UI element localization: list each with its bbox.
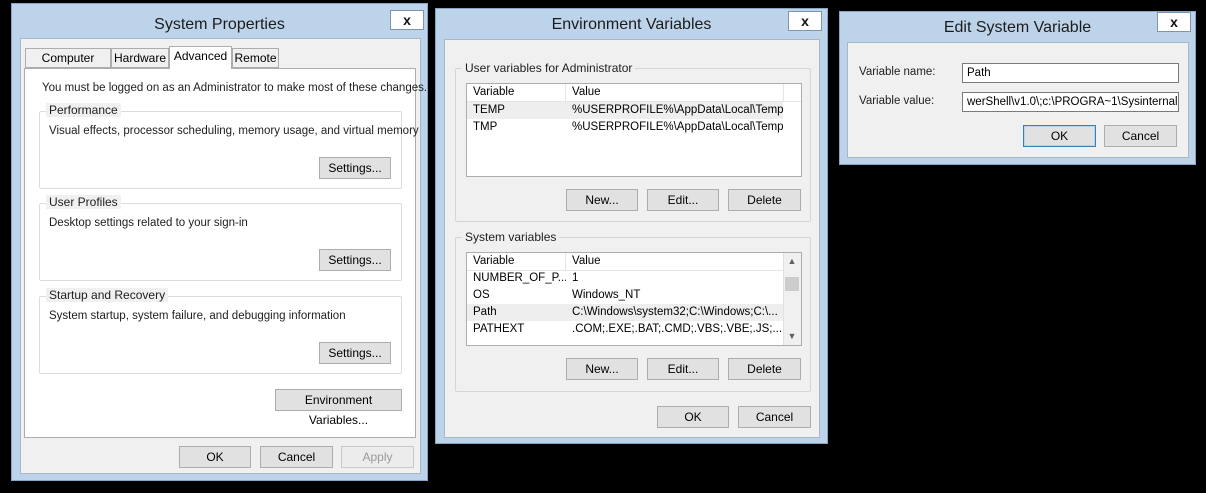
admin-note: You must be logged on as an Administrato… bbox=[42, 82, 428, 94]
tab-hardware[interactable]: Hardware bbox=[111, 48, 169, 68]
close-button[interactable]: x bbox=[390, 10, 424, 30]
table-row[interactable]: OS Windows_NT bbox=[467, 287, 784, 304]
system-properties-window: System Properties x Computer Name Hardwa… bbox=[11, 3, 428, 481]
user-variables-group: User variables for Administrator Variabl… bbox=[455, 61, 811, 222]
environment-variables-body: User variables for Administrator Variabl… bbox=[444, 39, 820, 438]
ok-button[interactable]: OK bbox=[657, 406, 729, 428]
vertical-scrollbar[interactable]: ▲ ▼ bbox=[783, 253, 801, 345]
startup-recovery-description: System startup, system failure, and debu… bbox=[49, 310, 346, 322]
user-new-button[interactable]: New... bbox=[566, 189, 638, 211]
variable-cell: PATHEXT bbox=[473, 323, 525, 335]
performance-settings-button[interactable]: Settings... bbox=[319, 157, 391, 179]
environment-variables-window: Environment Variables x User variables f… bbox=[435, 8, 828, 444]
system-new-button[interactable]: New... bbox=[566, 358, 638, 380]
value-cell: C:\Windows\system32;C:\Windows;C:\... bbox=[572, 306, 778, 318]
column-header-value[interactable]: Value bbox=[566, 84, 784, 101]
advanced-tab-pane: You must be logged on as an Administrato… bbox=[24, 68, 427, 438]
edit-system-variable-window: Edit System Variable x Variable name: Pa… bbox=[839, 11, 1196, 165]
edit-system-variable-title: Edit System Variable bbox=[943, 19, 1092, 36]
close-icon: x bbox=[403, 12, 411, 28]
tab-advanced[interactable]: Advanced bbox=[169, 46, 232, 69]
performance-description: Visual effects, processor scheduling, me… bbox=[49, 125, 419, 137]
table-row[interactable]: TMP %USERPROFILE%\AppData\Local\Temp bbox=[467, 119, 783, 136]
variable-cell: OS bbox=[473, 289, 490, 301]
ok-button[interactable]: OK bbox=[1023, 125, 1096, 147]
column-header-value[interactable]: Value bbox=[566, 253, 784, 270]
user-variables-list[interactable]: Variable Value TEMP %USERPROFILE%\AppDat… bbox=[466, 83, 802, 177]
value-cell: .COM;.EXE;.BAT;.CMD;.VBS;.VBE;.JS;.... bbox=[572, 323, 784, 335]
system-properties-body: Computer Name Hardware Advanced Remote Y… bbox=[20, 38, 427, 474]
scroll-down-icon[interactable]: ▼ bbox=[784, 328, 800, 345]
variable-cell: TEMP bbox=[473, 104, 505, 116]
close-icon: x bbox=[1170, 14, 1178, 30]
system-edit-button[interactable]: Edit... bbox=[647, 358, 719, 380]
user-delete-button[interactable]: Delete bbox=[728, 189, 801, 211]
system-variables-list[interactable]: Variable Value NUMBER_OF_P... 1 OS Windo… bbox=[466, 252, 802, 346]
variable-cell: Path bbox=[473, 306, 497, 318]
cancel-button[interactable]: Cancel bbox=[1104, 125, 1177, 147]
user-edit-button[interactable]: Edit... bbox=[647, 189, 719, 211]
performance-label: Performance bbox=[46, 103, 121, 117]
environment-variables-title: Environment Variables bbox=[551, 16, 712, 33]
system-variables-label: System variables bbox=[462, 230, 560, 244]
startup-recovery-label: Startup and Recovery bbox=[46, 288, 169, 302]
performance-group: Performance Visual effects, processor sc… bbox=[39, 103, 419, 189]
value-cell: Windows_NT bbox=[572, 289, 641, 301]
column-header-variable[interactable]: Variable bbox=[467, 84, 566, 101]
ok-button[interactable]: OK bbox=[179, 446, 251, 468]
table-row[interactable]: Path C:\Windows\system32;C:\Windows;C:\.… bbox=[467, 304, 784, 321]
startup-settings-button[interactable]: Settings... bbox=[319, 342, 391, 364]
variable-value-field[interactable]: werShell\v1.0\;c:\PROGRA~1\Sysinternals bbox=[962, 92, 1179, 112]
variable-name-field[interactable]: Path bbox=[962, 63, 1179, 83]
close-icon: x bbox=[801, 13, 809, 29]
value-cell: %USERPROFILE%\AppData\Local\Temp bbox=[572, 104, 783, 116]
system-delete-button[interactable]: Delete bbox=[728, 358, 801, 380]
variable-value-label: Variable value: bbox=[859, 95, 935, 107]
cancel-button[interactable]: Cancel bbox=[260, 446, 333, 468]
list-header: Variable Value bbox=[467, 84, 801, 102]
value-cell: %USERPROFILE%\AppData\Local\Temp bbox=[572, 121, 783, 133]
close-button[interactable]: x bbox=[788, 11, 822, 31]
startup-recovery-group: Startup and Recovery System startup, sys… bbox=[39, 288, 402, 374]
list-header: Variable Value bbox=[467, 253, 784, 271]
user-profiles-label: User Profiles bbox=[46, 195, 121, 209]
system-properties-title: System Properties bbox=[154, 16, 285, 33]
table-row[interactable]: NUMBER_OF_P... 1 bbox=[467, 270, 784, 287]
tab-remote[interactable]: Remote bbox=[232, 48, 279, 68]
apply-button[interactable]: Apply bbox=[341, 446, 414, 468]
variable-cell: NUMBER_OF_P... bbox=[473, 272, 566, 284]
user-profiles-settings-button[interactable]: Settings... bbox=[319, 249, 391, 271]
table-row[interactable]: TEMP %USERPROFILE%\AppData\Local\Temp bbox=[467, 102, 783, 119]
close-button[interactable]: x bbox=[1157, 12, 1191, 32]
cancel-button[interactable]: Cancel bbox=[738, 406, 811, 428]
column-header-variable[interactable]: Variable bbox=[467, 253, 566, 270]
edit-system-variable-body: Variable name: Path Variable value: werS… bbox=[847, 42, 1189, 158]
variable-name-label: Variable name: bbox=[859, 66, 936, 78]
system-variables-group: System variables Variable Value NUMBER_O… bbox=[455, 230, 811, 392]
scroll-up-icon[interactable]: ▲ bbox=[784, 253, 800, 270]
table-row[interactable]: PATHEXT .COM;.EXE;.BAT;.CMD;.VBS;.VBE;.J… bbox=[467, 321, 784, 338]
user-variables-label: User variables for Administrator bbox=[462, 61, 636, 75]
scrollbar-thumb[interactable] bbox=[785, 277, 799, 291]
user-profiles-description: Desktop settings related to your sign-in bbox=[49, 217, 248, 229]
variable-cell: TMP bbox=[473, 121, 498, 133]
environment-variables-button[interactable]: Environment Variables... bbox=[275, 389, 402, 427]
tab-computer-name[interactable]: Computer Name bbox=[25, 48, 111, 83]
user-profiles-group: User Profiles Desktop settings related t… bbox=[39, 195, 402, 281]
value-cell: 1 bbox=[572, 272, 579, 284]
